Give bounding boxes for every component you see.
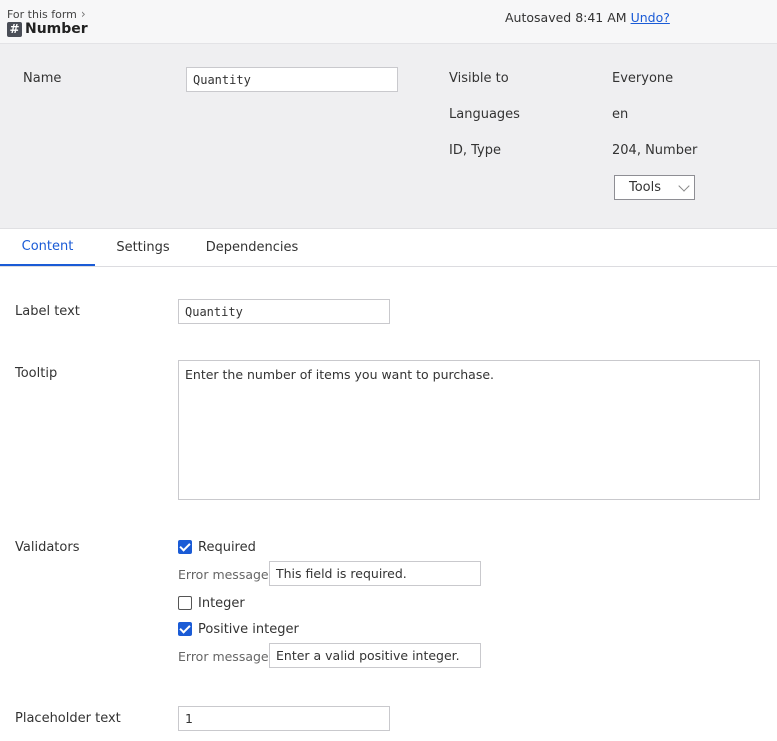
placeholder-text-input[interactable]: 1 [178,706,390,731]
positive-integer-error-label: Error message [178,649,269,664]
integer-checkbox[interactable] [178,596,192,610]
tools-label: Tools [629,180,662,195]
visible-to-value: Everyone [612,71,674,86]
required-error-label: Error message [178,567,269,582]
id-type-label: ID, Type [449,143,501,158]
name-label: Name [23,71,62,86]
autosave-status: Autosaved 8:41 AM Undo? [505,10,670,25]
hash-icon: # [7,21,22,37]
tooltip-label: Tooltip [15,366,58,381]
autosave-text: Autosaved 8:41 AM [505,10,627,25]
chevron-right-icon: › [80,7,86,21]
tab-dependencies[interactable]: Dependencies [199,229,305,266]
placeholder-text-label: Placeholder text [15,711,121,726]
label-text-label: Label text [15,304,80,319]
top-bar: For this form › # Number Autosaved 8:41 … [0,0,777,44]
page-title-text: Number [25,21,88,37]
languages-value: en [612,107,629,122]
tools-dropdown[interactable]: Tools [614,175,695,200]
positive-integer-label: Positive integer [198,622,299,637]
breadcrumb-label[interactable]: For this form [7,8,77,21]
positive-integer-error-input[interactable]: Enter a valid positive integer. [269,643,481,668]
label-text-input[interactable]: Quantity [178,299,390,324]
name-input[interactable] [186,67,398,92]
required-checkbox[interactable] [178,540,192,554]
required-error-input[interactable]: This field is required. [269,561,481,586]
tab-content[interactable]: Content [0,229,95,266]
visible-to-label: Visible to [449,71,509,86]
required-label: Required [198,540,256,555]
tab-settings[interactable]: Settings [105,229,181,266]
page-title: # Number [7,21,88,37]
positive-integer-checkbox[interactable] [178,622,192,636]
languages-label: Languages [449,107,520,122]
id-type-value: 204, Number [612,143,698,158]
tab-bar: Content Settings Dependencies [0,229,777,267]
undo-link[interactable]: Undo? [631,10,670,25]
properties-panel: Name Visible to Everyone Languages en ID… [0,44,777,229]
tooltip-textarea[interactable]: Enter the number of items you want to pu… [178,360,760,500]
breadcrumb[interactable]: For this form › [7,7,86,21]
chevron-down-icon [678,179,690,192]
validators-label: Validators [15,540,80,555]
integer-label: Integer [198,596,245,611]
